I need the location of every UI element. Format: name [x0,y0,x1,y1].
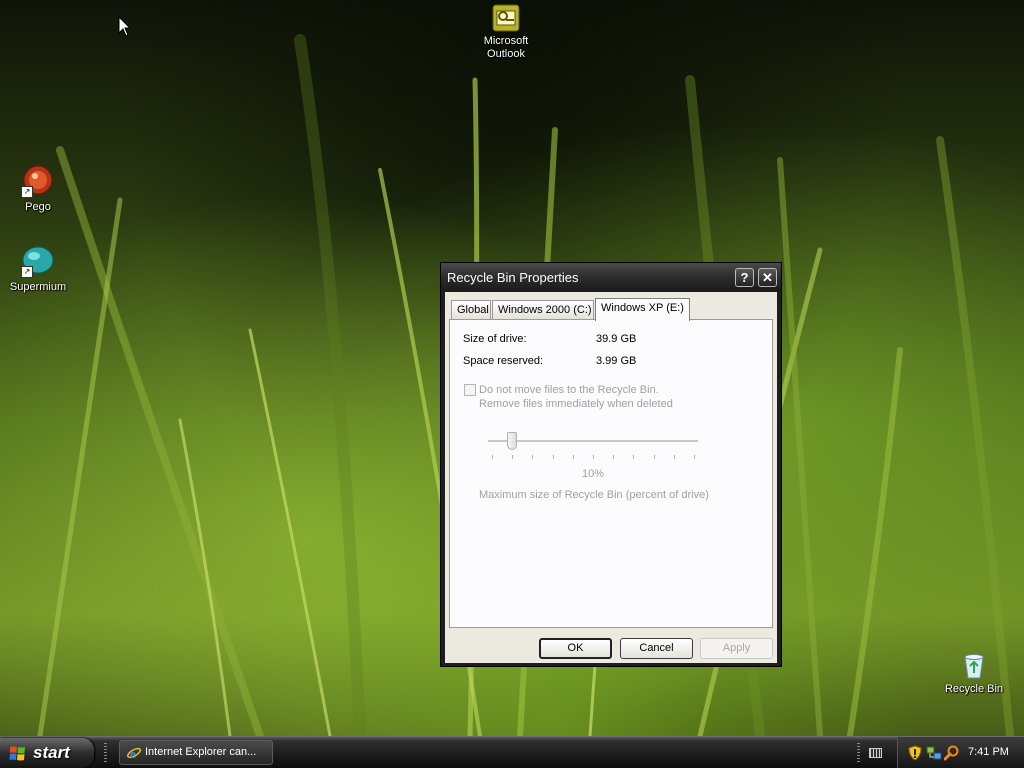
desktop-icon-recycle-bin[interactable]: Recycle Bin [934,650,1014,696]
desktop-icon-supermium-label: Supermium [9,281,67,293]
desktop-icon-recycle-bin-label: Recycle Bin [944,683,1004,695]
tab-panel: Size of drive: 39.9 GB Space reserved: 3… [449,319,773,628]
checkbox-label-line-1: Do not move files to the Recycle Bin. [479,384,659,396]
ok-button-label: OK [567,642,584,654]
network-icon[interactable] [926,745,942,761]
recycle-bin-icon [959,650,989,680]
desktop-icon-outlook-label-1: Microsoft [483,35,529,47]
taskbar-grip[interactable] [104,743,107,763]
space-reserved-value: 3.99 GB [596,355,637,367]
slider-tick [492,455,493,459]
keyboard-icon[interactable] [869,748,882,758]
shortcut-arrow-icon: ↗ [21,266,33,278]
start-label: start [33,743,70,762]
recycle-bin-properties-dialog: Recycle Bin Properties ? ✕ Global Window… [440,262,782,667]
supermium-icon: ↗ [21,244,55,278]
slider-tick [593,455,594,459]
tab-global[interactable]: Global [451,300,491,319]
task-button-label: Internet Explorer can... [145,746,257,758]
size-of-drive-label: Size of drive: [463,333,527,345]
desktop-icon-outlook[interactable]: Microsoft Outlook [466,4,546,61]
start-button[interactable]: start [0,738,94,768]
ie-icon: e [127,746,141,761]
apply-button-label: Apply [722,642,751,654]
help-icon: ? [740,270,749,285]
outlook-icon [492,4,520,32]
windows-logo-icon [9,746,25,761]
mouse-cursor-icon [118,16,132,37]
recycle-bin-size-slider[interactable] [507,432,518,450]
taskbar: start e Internet Explorer can... 7:41 PM [0,736,1024,768]
dialog-client-area: Global Windows 2000 (C:) Windows XP (E:)… [445,292,777,663]
space-reserved-label: Space reserved: [463,355,544,367]
size-of-drive-value: 39.9 GB [596,333,637,345]
shield-icon[interactable] [908,745,922,761]
desktop-icon-supermium[interactable]: ↗ Supermium [0,244,78,294]
tab-windows-xp-e[interactable]: Windows XP (E:) [595,298,690,321]
slider-tick [633,455,635,459]
apply-button[interactable]: Apply [700,638,773,659]
task-button-internet-explorer[interactable]: e Internet Explorer can... [119,740,273,765]
search-icon[interactable] [944,745,960,761]
desktop-icon-pego-label: Pego [25,201,51,213]
tray-grip[interactable] [857,743,860,763]
slider-tick [613,455,615,459]
dialog-title: Recycle Bin Properties [447,270,579,285]
slider-tick [653,455,655,459]
pego-icon: ↗ [21,164,55,198]
slider-tick [673,455,675,459]
tab-global-label: Global [457,304,489,316]
slider-caption: Maximum size of Recycle Bin (percent of … [479,489,709,501]
slider-percent-label: 10% [582,468,605,480]
desktop-icon-outlook-label-2: Outlook [487,48,525,60]
slider-tick [572,455,574,459]
tab-windows-2000-c-label: Windows 2000 (C:) [498,304,592,316]
system-tray: 7:41 PM [897,737,1024,768]
tab-windows-xp-e-label: Windows XP (E:) [601,302,684,314]
slider-tick [532,455,534,459]
ok-button[interactable]: OK [539,638,612,659]
close-icon: ✕ [762,270,773,285]
do-not-move-files-checkbox[interactable] [464,384,476,396]
svg-text:e: e [130,746,136,761]
slider-track [488,440,698,443]
slider-tick [512,455,514,459]
shortcut-arrow-icon: ↗ [21,186,33,198]
tab-windows-2000-c[interactable]: Windows 2000 (C:) [492,300,594,319]
help-button[interactable]: ? [735,268,754,287]
slider-tick [694,455,695,459]
desktop-icon-pego[interactable]: ↗ Pego [0,164,78,214]
cancel-button[interactable]: Cancel [620,638,693,659]
checkbox-label-line-2: Remove files immediately when deleted [479,398,673,410]
close-button[interactable]: ✕ [758,268,777,287]
clock[interactable]: 7:41 PM [968,737,1009,768]
slider-tick [552,455,554,459]
dialog-titlebar[interactable]: Recycle Bin Properties ? ✕ [441,263,781,292]
cancel-button-label: Cancel [639,642,674,654]
